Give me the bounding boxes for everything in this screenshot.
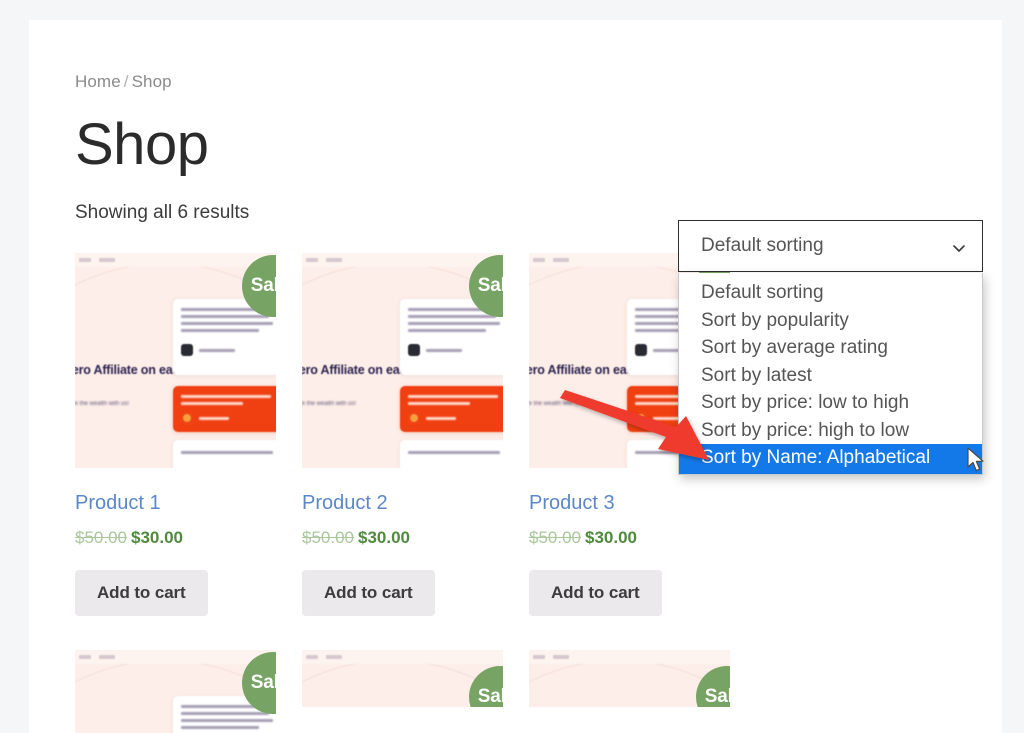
add-to-cart-button[interactable]: Add to cart	[302, 570, 435, 616]
sorting-selected-value: Default sorting	[701, 235, 824, 256]
add-to-cart-button[interactable]: Add to cart	[529, 570, 662, 616]
product-image[interactable]: Hero Affiliate on each sale share the we…	[75, 650, 276, 733]
sorting-option-list[interactable]: Default sorting Sort by popularity Sort …	[678, 273, 983, 475]
product-card[interactable]: Sale!	[302, 650, 503, 733]
breadcrumb: Home / Shop	[75, 72, 955, 92]
page-canvas: Home / Shop Shop Showing all 6 results H…	[29, 20, 1002, 733]
page-title: Shop	[75, 112, 209, 177]
sorting-option-price-high-low[interactable]: Sort by price: high to low	[679, 417, 982, 445]
product-title[interactable]: Product 1	[75, 491, 276, 515]
product-old-price: $50.00	[529, 528, 581, 547]
sorting-dropdown[interactable]: Default sorting Default sorting Sort by …	[678, 220, 983, 475]
product-card[interactable]: Hero Affiliate on each sale share the we…	[75, 253, 276, 616]
product-price: $50.00 $30.00	[75, 528, 276, 548]
product-price: $50.00 $30.00	[302, 528, 503, 548]
product-new-price: $30.00	[358, 528, 410, 547]
product-price: $50.00 $30.00	[529, 528, 730, 548]
product-card[interactable]: Sale!	[529, 650, 730, 733]
chevron-down-icon	[952, 239, 966, 253]
product-image[interactable]: Hero Affiliate on each sale share the we…	[75, 253, 276, 468]
product-image[interactable]: Hero Affiliate on each sale share the we…	[302, 253, 503, 468]
product-new-price: $30.00	[131, 528, 183, 547]
product-old-price: $50.00	[302, 528, 354, 547]
sorting-option-name-alphabetical[interactable]: Sort by Name: Alphabetical	[679, 444, 982, 474]
product-card[interactable]: Hero Affiliate on each sale share the we…	[302, 253, 503, 616]
product-title[interactable]: Product 3	[529, 491, 730, 515]
sorting-option-price-low-high[interactable]: Sort by price: low to high	[679, 389, 982, 417]
breadcrumb-separator: /	[123, 72, 129, 91]
breadcrumb-link-shop[interactable]: Shop	[132, 72, 172, 91]
product-title[interactable]: Product 2	[302, 491, 503, 515]
screenshot-root: Home / Shop Shop Showing all 6 results H…	[0, 0, 1024, 733]
sorting-select-box[interactable]: Default sorting	[678, 220, 983, 272]
sorting-option-latest[interactable]: Sort by latest	[679, 362, 982, 390]
sorting-option-average-rating[interactable]: Sort by average rating	[679, 334, 982, 362]
product-old-price: $50.00	[75, 528, 127, 547]
sorting-option-popularity[interactable]: Sort by popularity	[679, 307, 982, 335]
product-image[interactable]: Sale!	[302, 650, 503, 707]
product-new-price: $30.00	[585, 528, 637, 547]
product-image[interactable]: Sale!	[529, 650, 730, 707]
product-card[interactable]: Hero Affiliate on each sale share the we…	[75, 650, 276, 733]
sorting-option-default[interactable]: Default sorting	[679, 279, 982, 307]
add-to-cart-button[interactable]: Add to cart	[75, 570, 208, 616]
breadcrumb-link-home[interactable]: Home	[75, 72, 121, 91]
